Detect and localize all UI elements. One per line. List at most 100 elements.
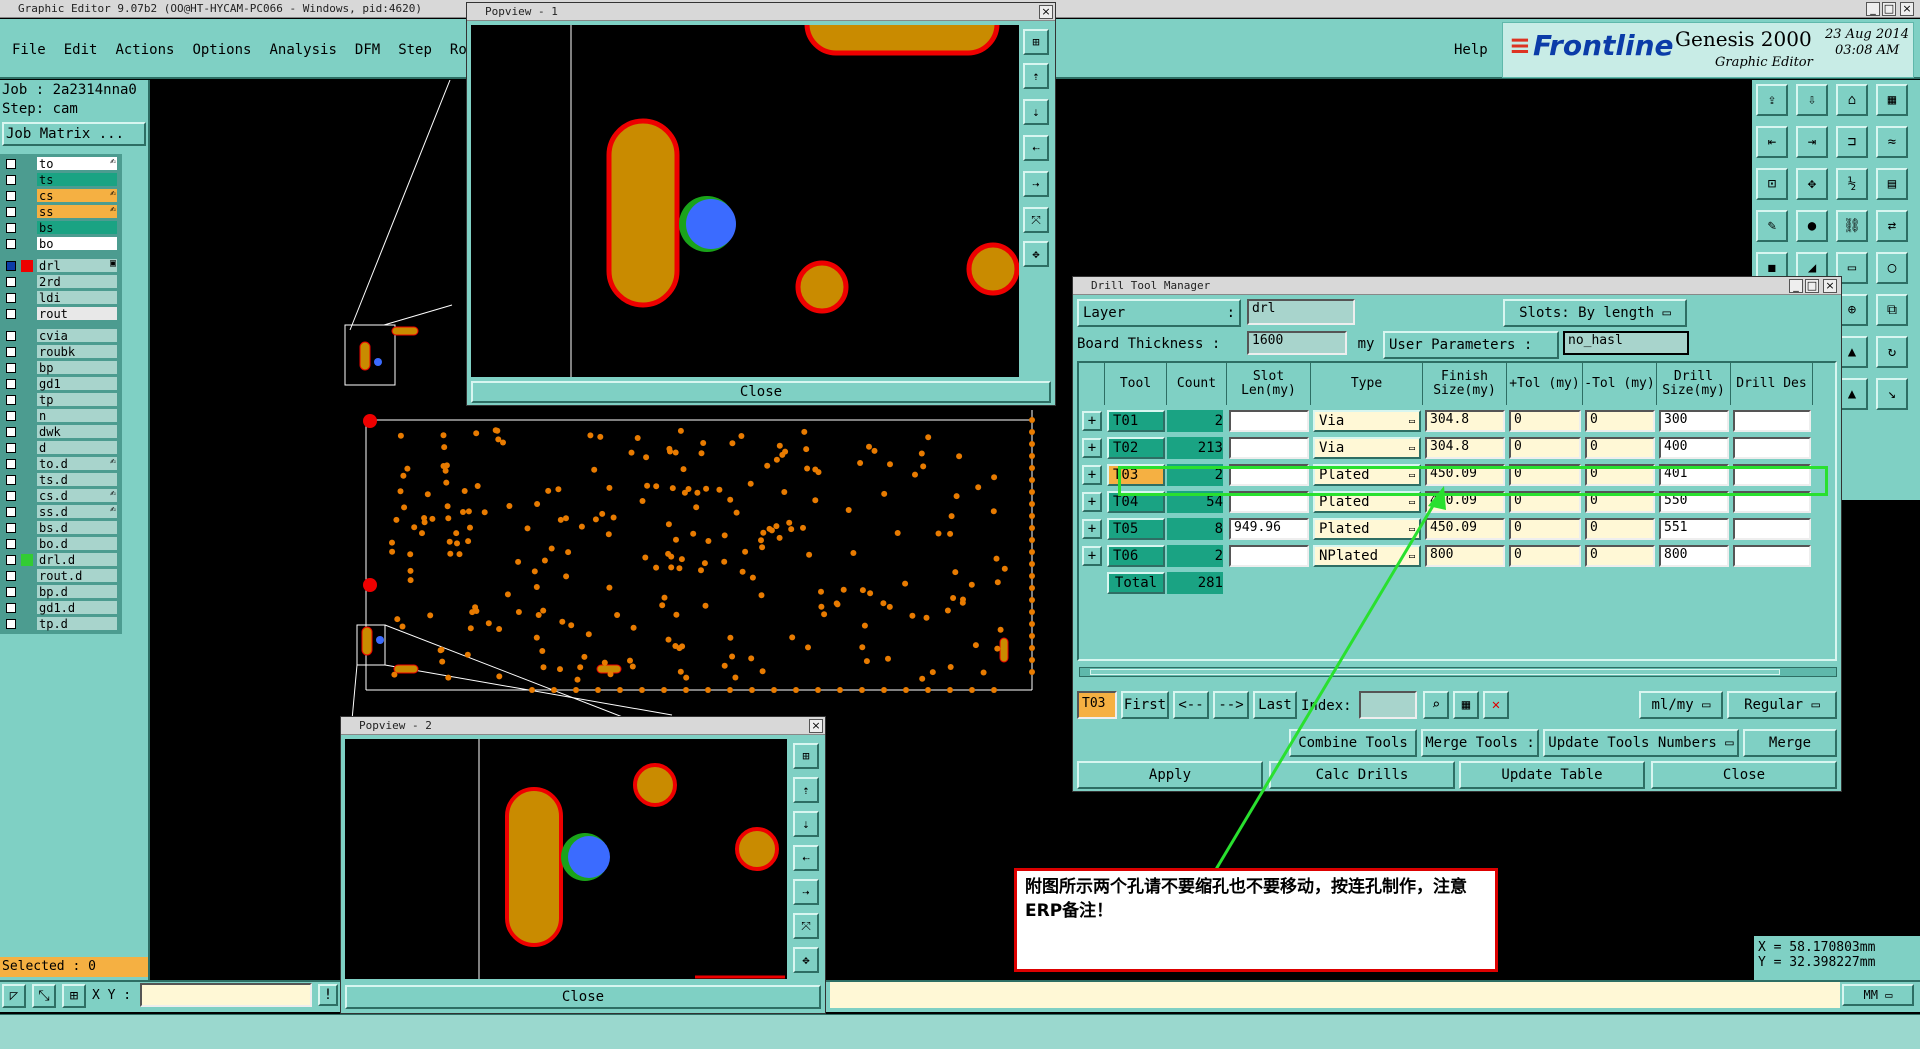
layer-checkbox[interactable]: [6, 395, 16, 405]
grid-tool-icon[interactable]: ⊞: [62, 984, 86, 1008]
minus-tol-input[interactable]: 0: [1585, 410, 1655, 432]
layer-checkbox[interactable]: [6, 293, 16, 303]
cursor-icon[interactable]: ↘: [1876, 378, 1908, 410]
alert-icon[interactable]: !: [318, 984, 338, 1006]
layer-input[interactable]: drl: [1247, 299, 1355, 325]
layer-row-tp[interactable]: tp: [0, 392, 120, 408]
popview2-pan-right-icon[interactable]: ⇢: [793, 879, 819, 905]
fit-icon[interactable]: ⊡: [1756, 168, 1788, 200]
layer-checkbox[interactable]: [6, 619, 16, 629]
layer-row-gd1.d[interactable]: gd1.d: [0, 600, 120, 616]
layer-row-n[interactable]: n: [0, 408, 120, 424]
update-table-button[interactable]: Update Table: [1459, 761, 1645, 789]
layer-checkbox[interactable]: [6, 347, 16, 357]
drill-des-input[interactable]: [1733, 545, 1811, 567]
minus-tol-input[interactable]: 0: [1585, 437, 1655, 459]
merge-button[interactable]: Merge: [1743, 729, 1837, 757]
popview1-pan-left-icon[interactable]: ⇠: [1023, 135, 1049, 161]
home-icon[interactable]: ⌂: [1836, 84, 1868, 116]
menu-options[interactable]: Options: [192, 42, 251, 58]
layer-checkbox[interactable]: [6, 239, 16, 249]
finish-size-input[interactable]: 304.8: [1425, 437, 1505, 459]
layer-row-ss.d[interactable]: ss.d ✍: [0, 504, 120, 520]
dtm-maximize-icon[interactable]: □: [1805, 279, 1819, 293]
layer-row-bs[interactable]: bs: [0, 220, 120, 236]
drill-size-input[interactable]: 400: [1659, 437, 1729, 459]
type-select[interactable]: Via ▭: [1313, 410, 1421, 432]
plus-tol-input[interactable]: 0: [1509, 437, 1581, 459]
mode-select[interactable]: Regular ▭: [1727, 691, 1837, 719]
export-icon[interactable]: ⇥: [1796, 126, 1828, 158]
drill-des-input[interactable]: [1733, 437, 1811, 459]
layer-row-dwk[interactable]: dwk: [0, 424, 120, 440]
menu-file[interactable]: File: [12, 42, 46, 58]
layer-row-d[interactable]: d: [0, 440, 120, 456]
layer-row-drl[interactable]: drl ▣: [0, 258, 120, 274]
popview2-zoom-in-icon[interactable]: ⊞: [793, 743, 819, 769]
circle-icon[interactable]: ◯: [1876, 252, 1908, 284]
probe-icon[interactable]: ●: [1796, 210, 1828, 242]
expand-icon[interactable]: +: [1082, 546, 1102, 566]
drill-size-input[interactable]: 300: [1659, 410, 1729, 432]
maximize-icon[interactable]: □: [1882, 2, 1896, 16]
dtm-close-icon[interactable]: ×: [1823, 279, 1837, 293]
drill-des-input[interactable]: [1733, 518, 1811, 540]
layer-row-tp.d[interactable]: tp.d: [0, 616, 120, 632]
popview2-pan-down-icon[interactable]: ⇣: [793, 811, 819, 837]
expand-icon[interactable]: +: [1082, 411, 1102, 431]
layout-icon[interactable]: ▦: [1876, 84, 1908, 116]
finish-size-input[interactable]: 304.8: [1425, 410, 1505, 432]
layer-row-ts[interactable]: ts: [0, 172, 120, 188]
layer-checkbox[interactable]: [6, 411, 16, 421]
popview1-pan-down-icon[interactable]: ⇣: [1023, 99, 1049, 125]
popview2-fit-icon[interactable]: ⤧: [793, 913, 819, 939]
plus-tol-input[interactable]: 0: [1509, 410, 1581, 432]
layer-checkbox[interactable]: [6, 191, 16, 201]
minus-tol-input[interactable]: 0: [1585, 545, 1655, 567]
slot-len-input[interactable]: [1229, 410, 1309, 432]
layer-row-ss[interactable]: ss ✍: [0, 204, 120, 220]
dtm-minimize-icon[interactable]: _: [1789, 279, 1803, 293]
slot-len-input[interactable]: [1229, 437, 1309, 459]
layer-row-2rd[interactable]: 2rd: [0, 274, 120, 290]
popview1-close-button[interactable]: Close: [471, 381, 1051, 403]
popview1-pan-up-icon[interactable]: ⇡: [1023, 63, 1049, 89]
tool-id[interactable]: T02: [1107, 437, 1165, 459]
update-tools-numbers-select[interactable]: Update Tools Numbers ▭: [1543, 729, 1739, 757]
expand-icon[interactable]: +: [1082, 492, 1102, 512]
dtm-close-button[interactable]: Close: [1651, 761, 1837, 789]
rotate-icon[interactable]: ↻: [1876, 336, 1908, 368]
user-parameters-button[interactable]: User Parameters :: [1383, 331, 1559, 359]
layer-checkbox[interactable]: [6, 159, 16, 169]
layer-checkbox[interactable]: [6, 443, 16, 453]
layer-row-to[interactable]: to ✍: [0, 156, 120, 172]
measure-icon[interactable]: ⊐: [1836, 126, 1868, 158]
popview2-home-icon[interactable]: ✥: [793, 947, 819, 973]
popview2-canvas[interactable]: [345, 739, 787, 979]
board-thickness-input[interactable]: 1600: [1247, 331, 1347, 355]
layer-row-ldi[interactable]: ldi: [0, 290, 120, 306]
plus-tol-input[interactable]: 0: [1509, 518, 1581, 540]
job-matrix-button[interactable]: Job Matrix ...: [2, 122, 146, 146]
layer-checkbox[interactable]: [6, 555, 16, 565]
layer-row-bo.d[interactable]: bo.d: [0, 536, 120, 552]
close-icon[interactable]: ×: [1900, 2, 1914, 16]
popview1-home-icon[interactable]: ✥: [1023, 241, 1049, 267]
expand-icon[interactable]: +: [1082, 465, 1102, 485]
layer-row-ts.d[interactable]: ts.d: [0, 472, 120, 488]
type-select[interactable]: Via ▭: [1313, 437, 1421, 459]
popview1-close-icon[interactable]: ×: [1039, 5, 1053, 19]
unit-select[interactable]: ml/my ▭: [1639, 691, 1723, 719]
layer-checkbox[interactable]: [6, 261, 16, 271]
layer-checkbox[interactable]: [6, 223, 16, 233]
pan-icon[interactable]: ✥: [1796, 168, 1828, 200]
popview2-close-icon[interactable]: ×: [809, 719, 823, 733]
layer-row-gd1[interactable]: gd1: [0, 376, 120, 392]
layer-row-bo[interactable]: bo: [0, 236, 120, 252]
layer-checkbox[interactable]: [6, 309, 16, 319]
minimize-icon[interactable]: _: [1866, 2, 1880, 16]
user-parameters-input[interactable]: no_hasl: [1563, 331, 1689, 355]
layer-checkbox[interactable]: [6, 491, 16, 501]
layer-row-cs.d[interactable]: cs.d ✍: [0, 488, 120, 504]
layers-icon[interactable]: ⧉: [1876, 294, 1908, 326]
